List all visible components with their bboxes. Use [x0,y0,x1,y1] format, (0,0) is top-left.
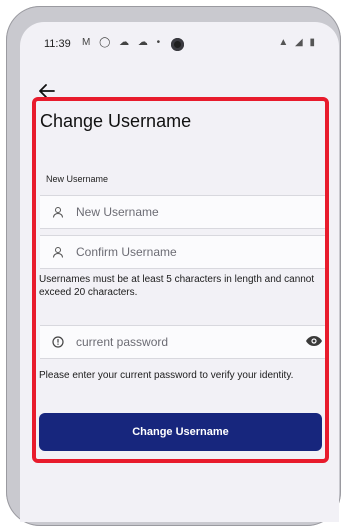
change-username-panel: Change Username New Username New Usernam… [32,97,329,463]
notification-icons: M ◯ ☁ ☁ • [82,37,164,48]
front-camera [171,38,184,51]
current-password-field[interactable]: current password [40,325,325,359]
confirm-username-field[interactable]: Confirm Username [40,235,325,269]
password-hint-text: Please enter your current password to ve… [39,370,294,381]
confirm-username-placeholder: Confirm Username [76,245,177,259]
current-password-placeholder: current password [76,335,169,349]
username-rules-text: Usernames must be at least 5 characters … [39,274,315,298]
change-username-button[interactable]: Change Username [39,413,322,451]
user-icon [44,206,72,218]
page-title: Change Username [40,111,192,131]
section-label: New Username [46,174,109,184]
eye-icon[interactable] [305,334,323,353]
new-username-placeholder: New Username [76,205,159,219]
phone-frame: 11:39 M ◯ ☁ ☁ • ▲ ◢ ▮ Change Username Ne… [6,6,341,526]
info-icon [44,336,72,348]
new-username-field[interactable]: New Username [40,195,325,229]
status-bar: 11:39 M ◯ ☁ ☁ • ▲ ◢ ▮ [20,22,339,54]
arrow-left-icon [39,84,55,98]
user-icon [44,246,72,258]
system-status-icons: ▲ ◢ ▮ [278,37,317,48]
status-time: 11:39 [44,38,71,50]
app-screen: 11:39 M ◯ ☁ ☁ • ▲ ◢ ▮ Change Username Ne… [20,22,339,522]
